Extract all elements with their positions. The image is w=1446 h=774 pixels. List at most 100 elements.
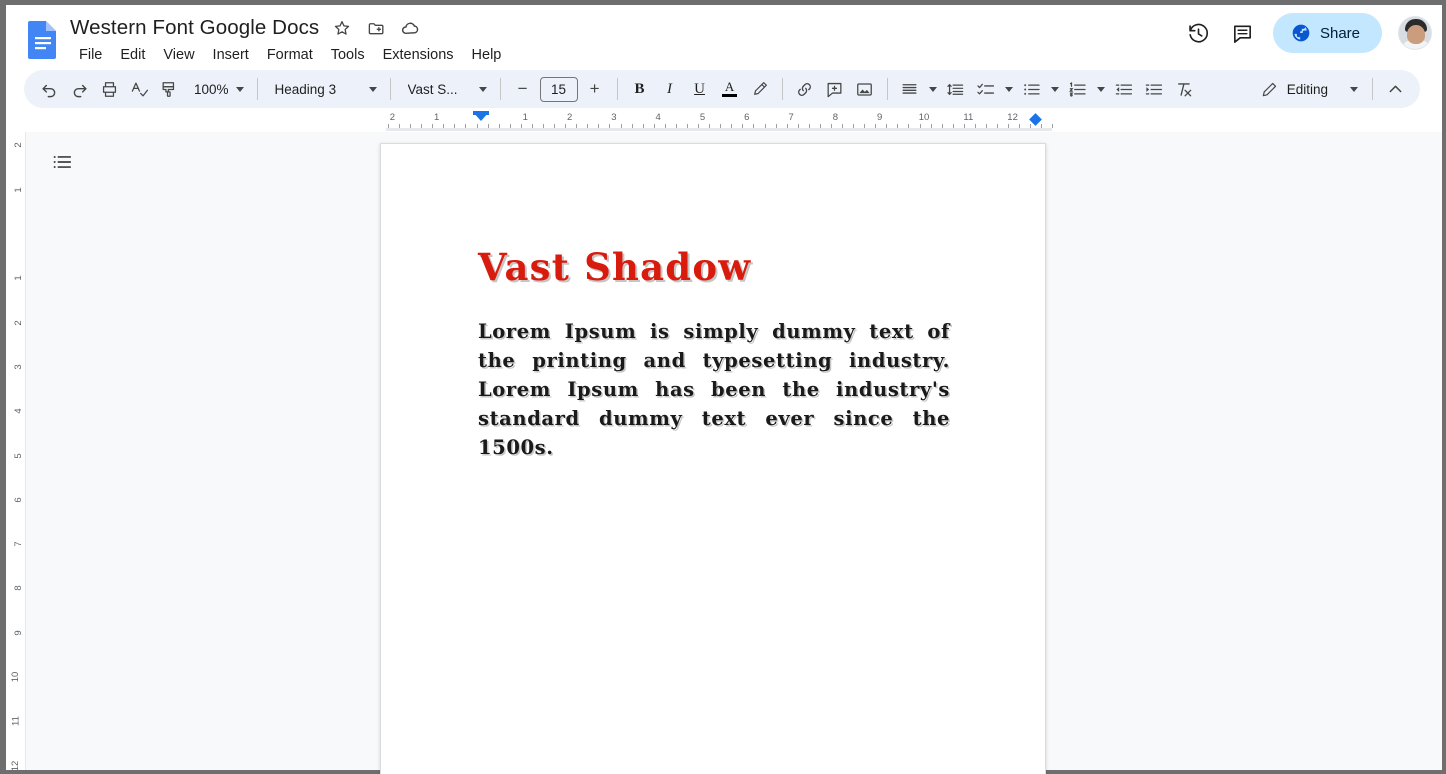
- document-body-paragraph[interactable]: Lorem Ipsum is simply dummy text of the …: [478, 318, 950, 462]
- chevron-down-icon: [1050, 86, 1059, 92]
- left-indent-marker[interactable]: [473, 112, 489, 121]
- decrease-font-size-button[interactable]: −: [508, 74, 538, 104]
- insert-image-icon[interactable]: [850, 74, 880, 104]
- ruler-tick: [765, 124, 766, 128]
- increase-font-size-button[interactable]: +: [580, 74, 610, 104]
- undo-icon[interactable]: [34, 74, 64, 104]
- menu-item-file[interactable]: File: [70, 45, 111, 65]
- menu-item-insert[interactable]: Insert: [204, 45, 258, 65]
- ruler-tick: [388, 124, 389, 128]
- increase-indent-icon[interactable]: [1139, 74, 1169, 104]
- ruler-tick: [609, 124, 610, 128]
- redo-icon[interactable]: [64, 74, 94, 104]
- add-comment-icon[interactable]: [820, 74, 850, 104]
- google-docs-logo-icon[interactable]: [24, 19, 62, 59]
- ruler-number: 7: [788, 112, 794, 123]
- clear-formatting-icon[interactable]: [1169, 74, 1199, 104]
- ruler-number: 2: [566, 112, 573, 123]
- chevron-down-icon: [1004, 86, 1013, 92]
- toolbar-divider: [1372, 78, 1373, 100]
- underline-button[interactable]: U: [685, 74, 715, 104]
- numbered-list-dropdown-caret[interactable]: [1093, 74, 1109, 104]
- italic-button[interactable]: I: [655, 74, 685, 104]
- saved-to-drive-cloud-icon[interactable]: [399, 17, 421, 39]
- vertical-ruler-number: 4: [12, 408, 24, 414]
- ruler-tick: [565, 124, 566, 128]
- document-outline-icon[interactable]: [42, 142, 82, 182]
- ruler-number: 4: [655, 112, 661, 123]
- star-icon[interactable]: [331, 17, 353, 39]
- ruler-tick: [798, 124, 799, 128]
- bulleted-list-icon[interactable]: [1017, 74, 1047, 104]
- collapse-toolbar-button[interactable]: [1380, 74, 1410, 104]
- decrease-indent-icon[interactable]: [1109, 74, 1139, 104]
- ruler-tick: [1052, 124, 1053, 128]
- menu-item-view[interactable]: View: [154, 45, 203, 65]
- ruler-tick: [908, 124, 909, 128]
- formatting-toolbar: 100% Heading 3 Vast S... − 15 + B I U A …: [24, 70, 1420, 108]
- ruler-tick: [698, 124, 699, 128]
- ruler-tick: [587, 124, 588, 128]
- checklist-dropdown-caret[interactable]: [1001, 74, 1017, 104]
- menu-item-extensions[interactable]: Extensions: [374, 45, 463, 65]
- highlight-pen-icon[interactable]: [745, 74, 775, 104]
- ruler-number: 2: [389, 112, 396, 123]
- line-spacing-icon[interactable]: [941, 74, 971, 104]
- toolbar-divider: [886, 78, 888, 100]
- text-color-button[interactable]: A: [715, 74, 745, 104]
- ruler-tick: [665, 124, 666, 128]
- paragraph-style-selector[interactable]: Heading 3: [265, 74, 383, 104]
- document-page[interactable]: Vast Shadow Lorem Ipsum is simply dummy …: [380, 143, 1046, 774]
- ruler-number: 1: [522, 112, 528, 123]
- ruler-tick: [720, 124, 721, 128]
- ruler-tick: [543, 124, 544, 128]
- numbered-list-icon[interactable]: [1063, 74, 1093, 104]
- checklist-icon[interactable]: [971, 74, 1001, 104]
- ruler-tick: [477, 124, 478, 128]
- ruler-number: 5: [699, 112, 706, 123]
- font-family-selector[interactable]: Vast S...: [398, 74, 493, 104]
- version-history-icon[interactable]: [1179, 13, 1219, 53]
- ruler-tick: [809, 124, 810, 128]
- share-button[interactable]: Share: [1272, 13, 1382, 53]
- font-size-input[interactable]: 15: [539, 76, 578, 102]
- chevron-down-icon: [1350, 86, 1358, 92]
- insert-link-icon[interactable]: [790, 74, 820, 104]
- ruler-tick: [875, 124, 876, 128]
- ruler-tick: [842, 124, 843, 128]
- spellcheck-icon[interactable]: [124, 74, 154, 104]
- toolbar-container: 100% Heading 3 Vast S... − 15 + B I U A …: [6, 68, 1442, 110]
- vertical-ruler-number: 12: [10, 760, 22, 771]
- avatar[interactable]: [1398, 16, 1432, 50]
- align-justify-icon[interactable]: [895, 74, 925, 104]
- ruler-tick: [510, 124, 511, 128]
- align-dropdown-caret[interactable]: [925, 74, 941, 104]
- zoom-selector[interactable]: 100%: [184, 74, 250, 104]
- chevron-down-icon: [235, 86, 244, 92]
- editing-mode-label: Editing: [1286, 81, 1328, 97]
- document-heading[interactable]: Vast Shadow: [478, 244, 950, 290]
- menu-item-help[interactable]: Help: [463, 45, 511, 65]
- menu-item-format[interactable]: Format: [258, 45, 322, 65]
- vertical-ruler-number: 6: [12, 497, 24, 503]
- bulleted-list-dropdown-caret[interactable]: [1047, 74, 1063, 104]
- menu-item-edit[interactable]: Edit: [111, 45, 154, 65]
- ruler-tick: [454, 124, 455, 128]
- ruler-tick: [432, 124, 433, 128]
- menu-item-tools[interactable]: Tools: [322, 45, 374, 65]
- document-title[interactable]: Western Font Google Docs: [70, 16, 319, 40]
- ruler-tick: [864, 124, 865, 128]
- ruler-tick: [1008, 124, 1009, 128]
- ruler-number: 12: [1007, 112, 1018, 123]
- print-icon[interactable]: [94, 74, 124, 104]
- move-to-folder-icon[interactable]: [365, 17, 387, 39]
- chevron-down-icon: [928, 86, 937, 92]
- horizontal-ruler[interactable]: 2 1 1 2 3 4 5 6 7 8 9 10 11 12: [6, 110, 1442, 132]
- header-actions: Share: [1179, 13, 1432, 53]
- paint-format-icon[interactable]: [154, 74, 184, 104]
- editing-mode-selector[interactable]: Editing: [1252, 74, 1365, 104]
- app-header: Western Font Google Docs File Edit View …: [6, 5, 1442, 68]
- ruler-tick: [399, 124, 400, 128]
- bold-button[interactable]: B: [625, 74, 655, 104]
- comment-history-icon[interactable]: [1223, 13, 1263, 53]
